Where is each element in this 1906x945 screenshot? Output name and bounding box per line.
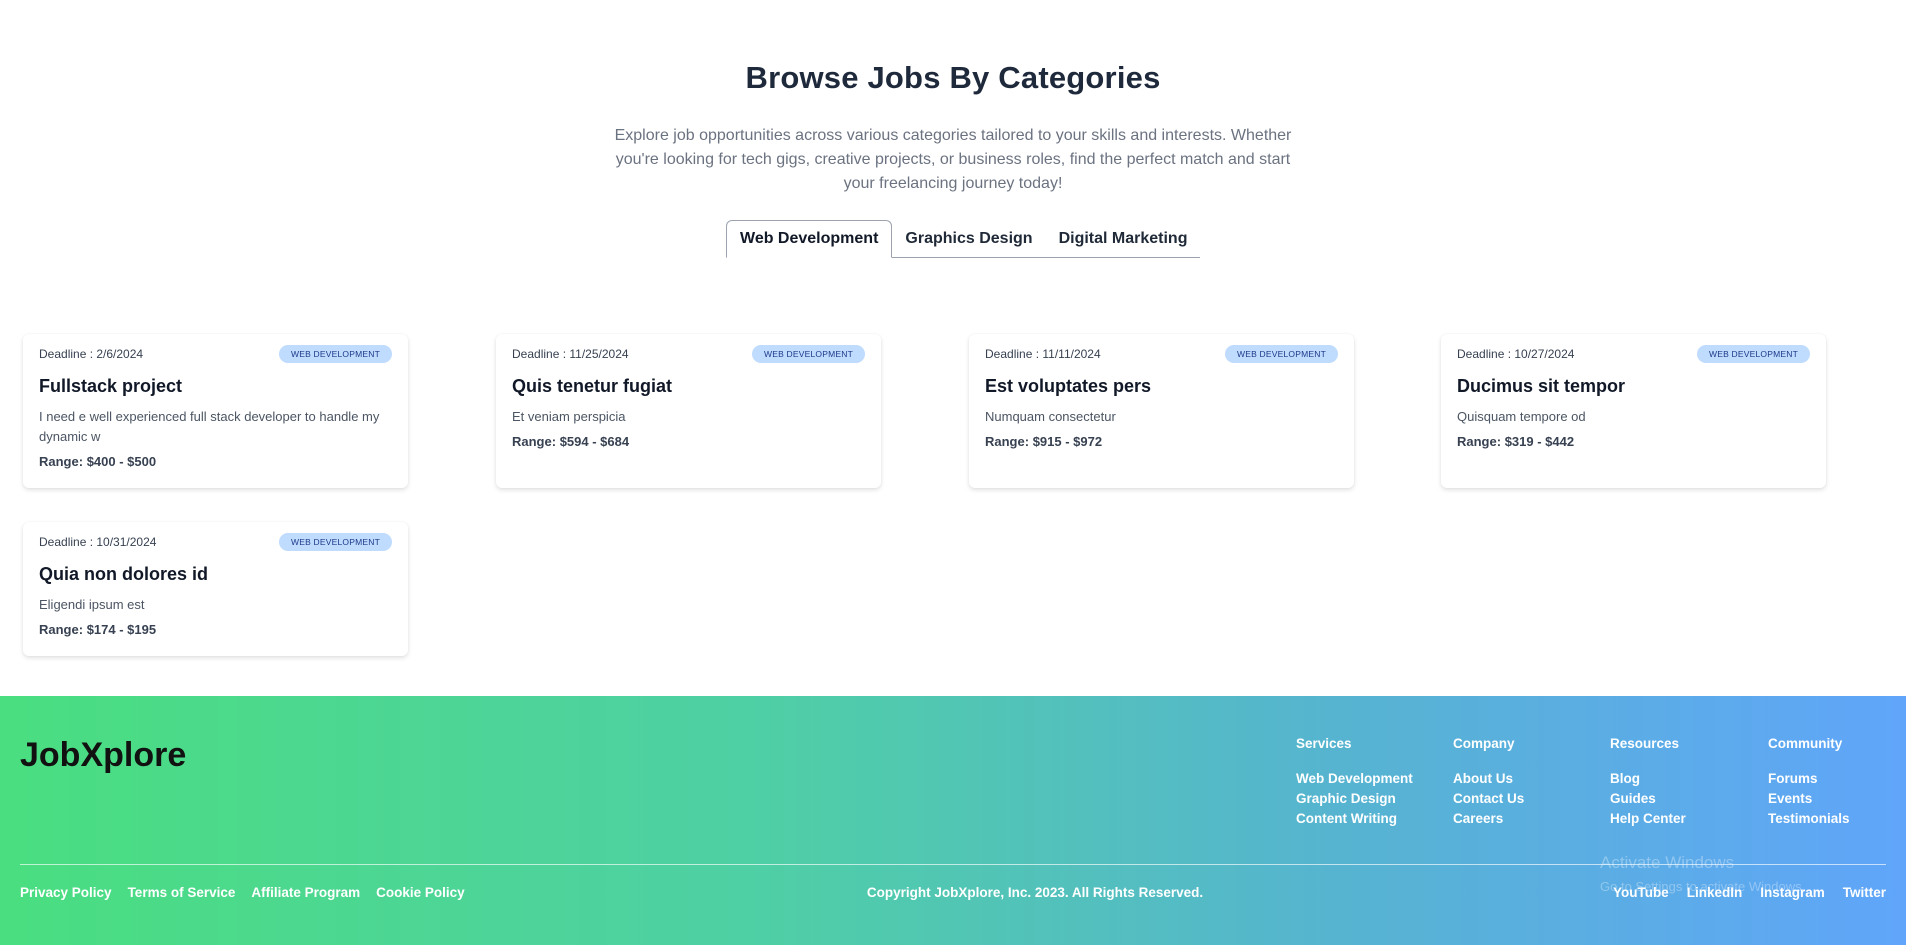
column-heading: Services bbox=[1296, 736, 1352, 751]
job-range: Range: $400 - $500 bbox=[39, 454, 392, 469]
job-deadline: Deadline : 11/25/2024 bbox=[512, 347, 629, 361]
range-label: Range: bbox=[512, 434, 557, 449]
job-deadline: Deadline : 10/31/2024 bbox=[39, 535, 157, 549]
job-description: Numquam consectetur bbox=[985, 409, 1116, 424]
footer-link[interactable]: Events bbox=[1768, 789, 1898, 809]
job-description: Et veniam perspicia bbox=[512, 409, 626, 424]
job-description: Quisquam tempore od bbox=[1457, 409, 1586, 424]
job-description: Eligendi ipsum est bbox=[39, 597, 145, 612]
job-title: Quia non dolores id bbox=[39, 564, 209, 584]
page-subtitle: Explore job opportunities across various… bbox=[614, 127, 1292, 192]
linkedin-link[interactable]: LinkedIn bbox=[1687, 885, 1743, 900]
footer-link[interactable]: Forums bbox=[1768, 769, 1898, 789]
job-card[interactable]: Deadline : 2/6/2024 WEB DEVELOPMENT Full… bbox=[23, 334, 408, 488]
footer-link[interactable]: Careers bbox=[1453, 809, 1603, 829]
tab-digital-marketing[interactable]: Digital Marketing bbox=[1046, 220, 1201, 257]
range-label: Range: bbox=[985, 434, 1030, 449]
footer-link[interactable]: Blog bbox=[1610, 769, 1760, 789]
job-title: Fullstack project bbox=[39, 376, 183, 396]
job-range: Range: $319 - $442 bbox=[1457, 434, 1810, 449]
instagram-link[interactable]: Instagram bbox=[1760, 885, 1825, 900]
job-deadline: Deadline : 2/6/2024 bbox=[39, 347, 144, 361]
column-heading: Community bbox=[1768, 736, 1843, 751]
footer-link[interactable]: Help Center bbox=[1610, 809, 1760, 829]
job-card[interactable]: Deadline : 11/25/2024 WEB DEVELOPMENT Qu… bbox=[496, 334, 881, 488]
range-value: $174 - $195 bbox=[86, 622, 157, 637]
footer-column-community: Community Forums Events Testimonials bbox=[1768, 736, 1898, 829]
footer-link[interactable]: About Us bbox=[1453, 769, 1603, 789]
job-deadline: Deadline : 10/27/2024 bbox=[1457, 347, 1575, 361]
range-label: Range: bbox=[1457, 434, 1502, 449]
footer-column-company: Company About Us Contact Us Careers bbox=[1453, 736, 1603, 829]
range-label: Range: bbox=[39, 622, 84, 637]
tab-web-development[interactable]: Web Development bbox=[726, 220, 893, 258]
footer-link[interactable]: Guides bbox=[1610, 789, 1760, 809]
footer-link[interactable]: Web Development bbox=[1296, 769, 1446, 789]
tab-graphics-design[interactable]: Graphics Design bbox=[892, 220, 1045, 257]
footer-link[interactable]: Contact Us bbox=[1453, 789, 1603, 809]
social-links: YouTube LinkedIn Instagram Twitter bbox=[1613, 885, 1886, 900]
range-label: Range: bbox=[39, 454, 84, 469]
twitter-link[interactable]: Twitter bbox=[1843, 885, 1886, 900]
footer-column-resources: Resources Blog Guides Help Center bbox=[1610, 736, 1760, 829]
youtube-link[interactable]: YouTube bbox=[1613, 885, 1669, 900]
site-footer: JobXplore Services Web Development Graph… bbox=[0, 696, 1906, 945]
category-badge: WEB DEVELOPMENT bbox=[279, 345, 392, 363]
job-card[interactable]: Deadline : 11/11/2024 WEB DEVELOPMENT Es… bbox=[969, 334, 1354, 488]
category-badge: WEB DEVELOPMENT bbox=[279, 533, 392, 551]
job-description: I need e well experienced full stack dev… bbox=[39, 409, 380, 444]
job-deadline: Deadline : 11/11/2024 bbox=[985, 347, 1101, 361]
job-card[interactable]: Deadline : 10/27/2024 WEB DEVELOPMENT Du… bbox=[1441, 334, 1826, 488]
job-range: Range: $594 - $684 bbox=[512, 434, 865, 449]
range-value: $915 - $972 bbox=[1032, 434, 1103, 449]
footer-logo[interactable]: JobXplore bbox=[20, 736, 186, 775]
category-badge: WEB DEVELOPMENT bbox=[1225, 345, 1338, 363]
watermark-line1: Activate Windows bbox=[1600, 853, 1735, 872]
footer-link[interactable]: Content Writing bbox=[1296, 809, 1446, 829]
footer-link[interactable]: Graphic Design bbox=[1296, 789, 1446, 809]
page-title: Browse Jobs By Categories bbox=[745, 60, 1161, 95]
job-range: Range: $915 - $972 bbox=[985, 434, 1338, 449]
footer-link[interactable]: Testimonials bbox=[1768, 809, 1898, 829]
column-heading: Resources bbox=[1610, 736, 1680, 751]
job-card[interactable]: Deadline : 10/31/2024 WEB DEVELOPMENT Qu… bbox=[23, 522, 408, 656]
category-tabs: Web Development Graphics Design Digital … bbox=[726, 220, 1201, 258]
job-title: Quis tenetur fugiat bbox=[512, 376, 673, 396]
category-badge: WEB DEVELOPMENT bbox=[752, 345, 865, 363]
job-title: Est voluptates pers bbox=[985, 376, 1152, 396]
range-value: $319 - $442 bbox=[1504, 434, 1575, 449]
categories-section: Browse Jobs By Categories Explore job op… bbox=[0, 0, 1906, 696]
range-value: $400 - $500 bbox=[86, 454, 157, 469]
column-heading: Company bbox=[1453, 736, 1515, 751]
footer-divider bbox=[20, 864, 1886, 865]
job-title: Ducimus sit tempor bbox=[1457, 376, 1626, 396]
footer-column-services: Services Web Development Graphic Design … bbox=[1296, 736, 1446, 829]
category-badge: WEB DEVELOPMENT bbox=[1697, 345, 1810, 363]
job-range: Range: $174 - $195 bbox=[39, 622, 392, 637]
range-value: $594 - $684 bbox=[559, 434, 630, 449]
